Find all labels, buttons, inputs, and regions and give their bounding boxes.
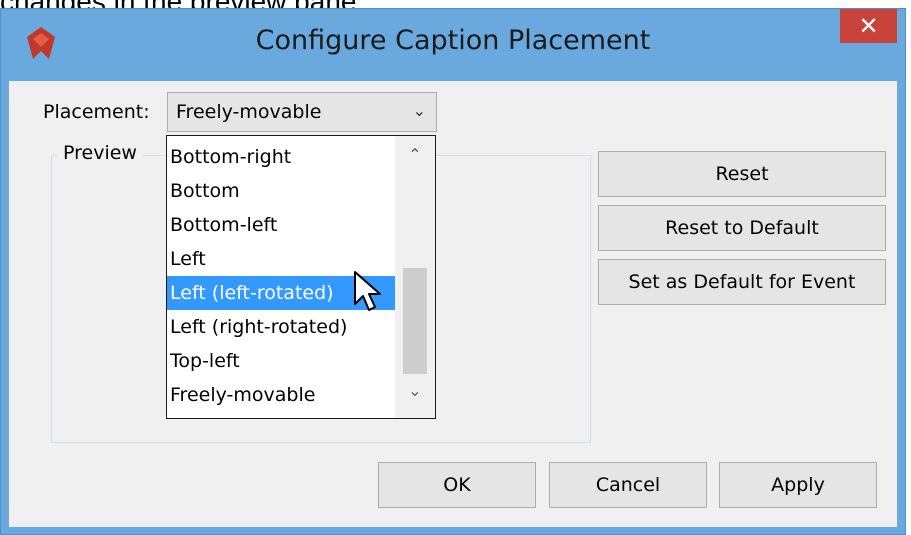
cancel-button[interactable]: Cancel (549, 462, 707, 508)
title-bar[interactable]: Configure Caption Placement ✕ (1, 9, 905, 81)
close-icon: ✕ (858, 12, 879, 40)
apply-button[interactable]: Apply (719, 462, 877, 508)
ok-button[interactable]: OK (378, 462, 536, 508)
chevron-down-icon[interactable]: ⌄ (395, 376, 435, 406)
placement-dropdown-list[interactable]: Bottom-right Bottom Bottom-left Left Left (l… (166, 135, 436, 419)
placement-value: Freely-movable (176, 101, 322, 123)
dropdown-item[interactable]: Bottom (167, 174, 397, 208)
chevron-up-icon[interactable]: ⌃ (395, 140, 435, 170)
dropdown-item[interactable]: Bottom-right (167, 140, 397, 174)
chevron-down-icon: ⌄ (412, 101, 426, 120)
reset-button[interactable]: Reset (598, 151, 886, 197)
pointer-arrow-icon (354, 271, 381, 311)
dropdown-item[interactable]: Bottom-left (167, 208, 397, 242)
dialog-window: Configure Caption Placement ✕ Placement:… (0, 8, 906, 535)
reset-to-default-button[interactable]: Reset to Default (598, 205, 886, 251)
set-as-default-button[interactable]: Set as Default for Event (598, 259, 886, 305)
placement-combobox[interactable]: Freely-movable ⌄ (167, 92, 437, 132)
window-title: Configure Caption Placement (255, 25, 651, 56)
dropdown-item[interactable]: Top-left (167, 344, 397, 378)
preview-label: Preview (57, 142, 143, 164)
placement-label: Placement: (43, 101, 150, 123)
scrollbar-thumb[interactable] (403, 268, 427, 374)
dialog-body: Placement: Freely-movable ⌄ Preview Rese… (9, 81, 897, 527)
close-button[interactable]: ✕ (840, 9, 897, 43)
dropdown-scrollbar[interactable]: ⌃ ⌄ (395, 136, 435, 418)
dropdown-item[interactable]: Freely-movable (167, 378, 397, 412)
